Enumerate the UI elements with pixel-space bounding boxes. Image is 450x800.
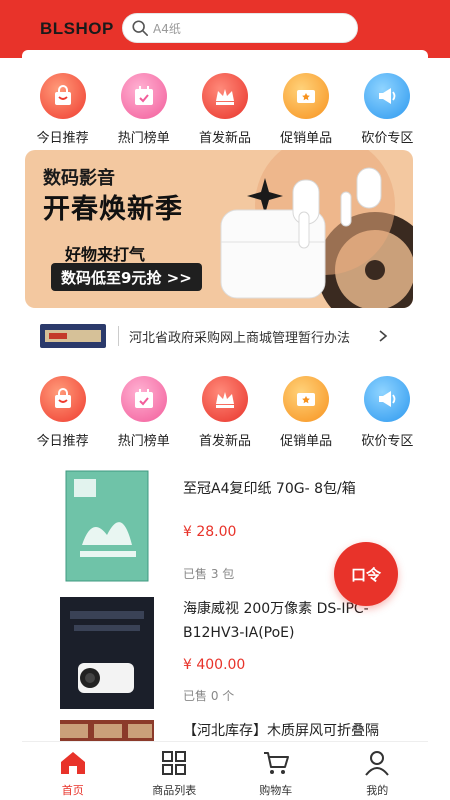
category-label: 砍价专区	[361, 434, 414, 449]
category-row-top: 今日推荐 热门榜单 首发新品 促销单品 砍价专区	[22, 73, 428, 146]
category-promotions[interactable]: 促销单品	[270, 73, 342, 146]
calendar-check-icon	[120, 73, 167, 119]
product-item[interactable]: 海康威视 200万像素 DS-IPC-B12HV3-IA(PoE) ¥ 400.…	[40, 597, 420, 717]
category-bargain[interactable]: 砍价专区	[351, 376, 423, 449]
notice-thumbnail	[40, 324, 106, 348]
calendar-check-icon	[120, 376, 167, 422]
bottom-tab-bar: 首页 商品列表 购物车 我的	[22, 741, 428, 800]
product-sold-count: 已售 0 个	[183, 689, 235, 703]
banner-cta-label: 数码低至9元抢 >>	[61, 268, 192, 287]
product-image-camera	[60, 597, 154, 709]
megaphone-icon	[364, 376, 411, 422]
chevron-right-icon[interactable]	[376, 329, 390, 343]
shopping-bag-icon	[39, 73, 86, 119]
banner-cta: 数码低至9元抢 >>	[51, 263, 202, 291]
category-bargain[interactable]: 砍价专区	[351, 73, 423, 146]
notice-bar[interactable]: 河北省政府采购网上商城管理暂行办法	[40, 318, 390, 354]
tab-my[interactable]: 我的	[337, 742, 417, 800]
ticket-icon	[283, 73, 330, 119]
product-sold-count: 已售 3 包	[183, 567, 235, 581]
category-hot-list[interactable]: 热门榜单	[108, 376, 180, 449]
cart-icon	[263, 752, 289, 774]
user-icon	[365, 751, 390, 776]
product-name: 海康威视 200万像素 DS-IPC-B12HV3-IA(PoE)	[183, 601, 369, 641]
product-price: ¥ 400.00	[183, 657, 246, 673]
grid-icon	[162, 751, 187, 775]
category-label: 今日推荐	[36, 131, 89, 146]
tab-label: 我的	[366, 784, 389, 797]
notice-text: 河北省政府采购网上商城管理暂行办法	[129, 330, 351, 346]
category-today-recommend[interactable]: 今日推荐	[27, 376, 99, 449]
crown-icon	[201, 376, 248, 422]
shopping-bag-icon	[39, 376, 86, 422]
banner-title: 开春焕新季	[43, 194, 183, 225]
category-label: 热门榜单	[117, 434, 170, 449]
category-label: 促销单品	[280, 131, 333, 146]
crown-icon	[201, 73, 248, 119]
category-label: 首发新品	[198, 434, 251, 449]
product-item[interactable]: 【河北库存】木质屏风可折叠隔	[40, 720, 420, 742]
category-promotions[interactable]: 促销单品	[270, 376, 342, 449]
category-label: 促销单品	[280, 434, 333, 449]
category-new-arrivals[interactable]: 首发新品	[189, 73, 261, 146]
tab-home[interactable]: 首页	[33, 742, 113, 800]
search-input[interactable]: A4纸	[122, 13, 358, 43]
product-image-screen	[60, 720, 154, 742]
category-label: 砍价专区	[361, 131, 414, 146]
product-name: 【河北库存】木质屏风可折叠隔	[183, 723, 379, 739]
content-card-top	[22, 50, 428, 70]
ticket-icon	[283, 376, 330, 422]
product-name: 至冠A4复印纸 70G- 8包/箱	[183, 481, 356, 497]
promo-banner[interactable]: 数码影音 开春焕新季 好物来打气 数码低至9元抢 >>	[25, 150, 413, 308]
category-row-bottom: 今日推荐 热门榜单 首发新品 促销单品 砍价专区	[22, 376, 428, 449]
category-today-recommend[interactable]: 今日推荐	[27, 73, 99, 146]
search-icon	[132, 20, 149, 37]
tab-cart[interactable]: 购物车	[236, 742, 316, 800]
banner-tagline: 好物来打气	[65, 245, 146, 264]
tab-label: 购物车	[259, 784, 293, 797]
command-code-button[interactable]: 口令	[334, 542, 398, 606]
category-label: 热门榜单	[117, 131, 170, 146]
app-logo: BLSHOP	[40, 19, 114, 38]
product-image-paper	[65, 470, 149, 582]
tab-label: 首页	[61, 784, 84, 797]
tab-label: 商品列表	[152, 784, 197, 797]
category-new-arrivals[interactable]: 首发新品	[189, 376, 261, 449]
divider	[118, 326, 119, 346]
megaphone-icon	[364, 73, 411, 119]
category-hot-list[interactable]: 热门榜单	[108, 73, 180, 146]
search-placeholder: A4纸	[153, 21, 181, 36]
product-price: ¥ 28.00	[183, 524, 237, 540]
tab-product-list[interactable]: 商品列表	[134, 742, 214, 800]
category-label: 首发新品	[198, 131, 251, 146]
category-label: 今日推荐	[36, 434, 89, 449]
home-icon	[60, 752, 85, 774]
